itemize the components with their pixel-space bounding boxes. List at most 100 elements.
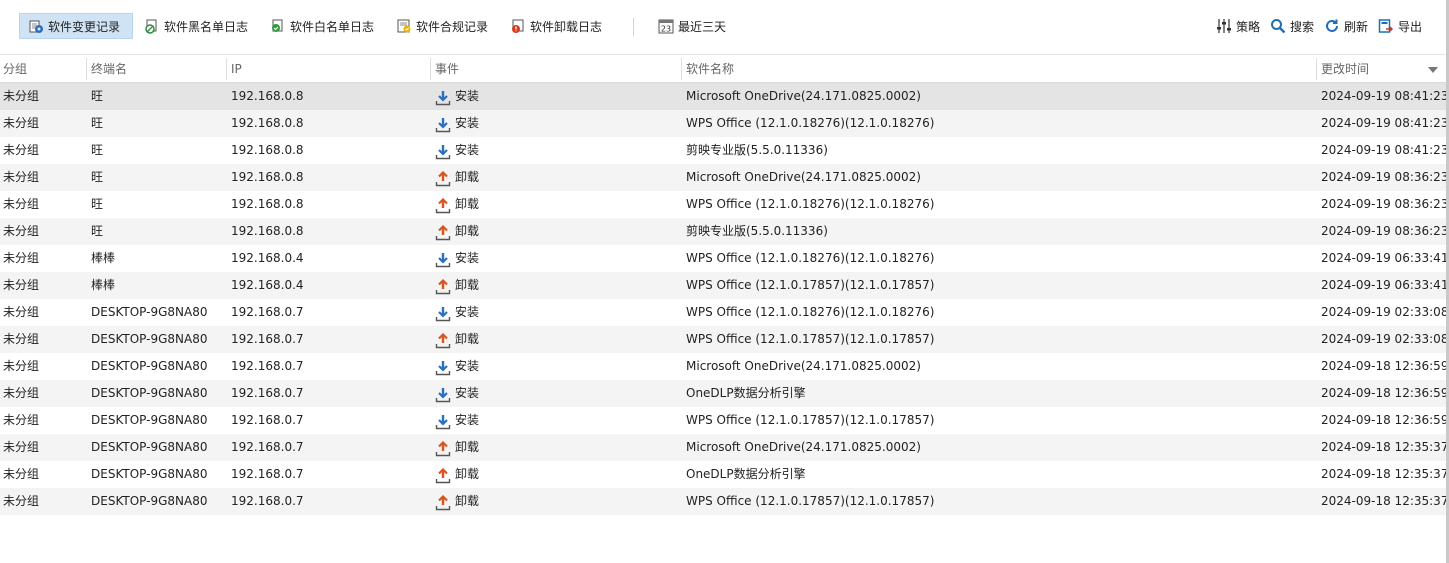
table-row[interactable]: 未分组 旺 192.168.0.8 卸载 剪映专业版(5.5.0.11336) … (0, 218, 1446, 245)
table-row[interactable]: 未分组 DESKTOP-9G8NA80 192.168.0.7 卸载 Micro… (0, 434, 1446, 461)
uninstall-icon (435, 197, 451, 213)
blacklist-icon (144, 18, 160, 34)
table-row[interactable]: 未分组 旺 192.168.0.8 安装 WPS Office (12.1.0.… (0, 110, 1446, 137)
software-whitelist-log-button[interactable]: 软件白名单日志 (262, 13, 382, 39)
export-button[interactable]: 导出 (1370, 13, 1430, 39)
event-cell: 安装 (435, 110, 675, 137)
event-cell: 卸载 (435, 218, 675, 245)
table-row[interactable]: 未分组 棒棒 192.168.0.4 安装 WPS Office (12.1.0… (0, 245, 1446, 272)
group-cell: 未分组 (3, 305, 40, 319)
ip-cell: 192.168.0.7 (231, 386, 304, 400)
terminal-cell: DESKTOP-9G8NA80 (91, 332, 208, 346)
install-icon (435, 386, 451, 402)
terminal-cell: 棒棒 (91, 278, 116, 292)
ip-cell: 192.168.0.8 (231, 116, 304, 130)
column-divider[interactable] (681, 58, 682, 80)
event-cell: 安装 (435, 407, 675, 434)
group-cell: 未分组 (3, 170, 40, 184)
column-header-software[interactable]: 软件名称 (683, 56, 1316, 82)
policy-button[interactable]: 策略 (1208, 13, 1268, 39)
terminal-cell: DESKTOP-9G8NA80 (91, 440, 208, 454)
uninstall-icon (435, 224, 451, 240)
group-cell: 未分组 (3, 224, 40, 238)
event-cell: 卸载 (435, 191, 675, 218)
column-divider[interactable] (226, 58, 227, 80)
event-label: 卸载 (455, 224, 480, 238)
column-divider[interactable] (86, 58, 87, 80)
ip-cell: 192.168.0.8 (231, 89, 304, 103)
event-label: 安装 (455, 251, 480, 265)
time-cell: 2024-09-18 12:36:59 (1321, 413, 1446, 427)
time-cell: 2024-09-19 06:33:41 (1321, 278, 1446, 292)
ip-cell: 192.168.0.7 (231, 467, 304, 481)
column-divider[interactable] (1316, 58, 1317, 80)
event-label: 安装 (455, 89, 480, 103)
uninstall-icon (435, 170, 451, 186)
uninstall-icon (435, 494, 451, 510)
terminal-cell: DESKTOP-9G8NA80 (91, 305, 208, 319)
software-cell: WPS Office (12.1.0.17857)(12.1.0.17857) (686, 278, 935, 292)
event-label: 卸载 (455, 278, 480, 292)
group-cell: 未分组 (3, 197, 40, 211)
table-row[interactable]: 未分组 棒棒 192.168.0.4 卸载 WPS Office (12.1.0… (0, 272, 1446, 299)
uninstall-log-icon (510, 18, 526, 34)
software-uninstall-log-button[interactable]: 软件卸载日志 (502, 13, 610, 39)
software-cell: Microsoft OneDrive(24.171.0825.0002) (686, 440, 921, 454)
table-row[interactable]: 未分组 DESKTOP-9G8NA80 192.168.0.7 卸载 OneDL… (0, 461, 1446, 488)
uninstall-icon (435, 440, 451, 456)
software-cell: WPS Office (12.1.0.17857)(12.1.0.17857) (686, 413, 935, 427)
time-cell: 2024-09-19 02:33:08 (1321, 332, 1446, 346)
column-header-group[interactable]: 分组 (0, 56, 86, 82)
event-cell: 安装 (435, 380, 675, 407)
time-cell: 2024-09-19 02:33:08 (1321, 305, 1446, 319)
column-header-event[interactable]: 事件 (432, 56, 680, 82)
terminal-cell: DESKTOP-9G8NA80 (91, 386, 208, 400)
software-blacklist-log-button[interactable]: 软件黑名单日志 (136, 13, 256, 39)
time-cell: 2024-09-19 06:33:41 (1321, 251, 1446, 265)
ip-cell: 192.168.0.7 (231, 359, 304, 373)
table-row[interactable]: 未分组 DESKTOP-9G8NA80 192.168.0.7 安装 Micro… (0, 353, 1446, 380)
column-divider[interactable] (430, 58, 431, 80)
table-row[interactable]: 未分组 旺 192.168.0.8 安装 Microsoft OneDrive(… (0, 83, 1446, 110)
ip-cell: 192.168.0.7 (231, 332, 304, 346)
group-cell: 未分组 (3, 494, 40, 508)
software-compliance-log-button[interactable]: 软件合规记录 (388, 13, 496, 39)
refresh-button[interactable]: 刷新 (1316, 13, 1376, 39)
event-cell: 卸载 (435, 434, 675, 461)
column-header-time[interactable]: 更改时间 (1318, 56, 1446, 82)
table-row[interactable]: 未分组 旺 192.168.0.8 安装 剪映专业版(5.5.0.11336) … (0, 137, 1446, 164)
search-icon (1270, 18, 1286, 34)
table-row[interactable]: 未分组 DESKTOP-9G8NA80 192.168.0.7 安装 OneDL… (0, 380, 1446, 407)
table-body: 未分组 旺 192.168.0.8 安装 Microsoft OneDrive(… (0, 83, 1446, 515)
ip-cell: 192.168.0.8 (231, 170, 304, 184)
event-label: 卸载 (455, 440, 480, 454)
terminal-cell: 旺 (91, 89, 104, 103)
ip-cell: 192.168.0.7 (231, 305, 304, 319)
table-row[interactable]: 未分组 旺 192.168.0.8 卸载 Microsoft OneDrive(… (0, 164, 1446, 191)
search-button[interactable]: 搜索 (1262, 13, 1322, 39)
column-header-ip[interactable]: IP (228, 56, 430, 82)
terminal-cell: 旺 (91, 143, 104, 157)
table-row[interactable]: 未分组 DESKTOP-9G8NA80 192.168.0.7 卸载 WPS O… (0, 488, 1446, 515)
table-row[interactable]: 未分组 旺 192.168.0.8 卸载 WPS Office (12.1.0.… (0, 191, 1446, 218)
uninstall-icon (435, 278, 451, 294)
table-row[interactable]: 未分组 DESKTOP-9G8NA80 192.168.0.7 卸载 WPS O… (0, 326, 1446, 353)
event-label: 卸载 (455, 197, 480, 211)
event-label: 安装 (455, 386, 480, 400)
group-cell: 未分组 (3, 413, 40, 427)
table-row[interactable]: 未分组 DESKTOP-9G8NA80 192.168.0.7 安装 WPS O… (0, 299, 1446, 326)
install-icon (435, 116, 451, 132)
terminal-cell: DESKTOP-9G8NA80 (91, 467, 208, 481)
time-cell: 2024-09-18 12:35:37 (1321, 440, 1446, 454)
software-change-log-label: 软件变更记录 (48, 19, 121, 34)
column-header-terminal[interactable]: 终端名 (88, 56, 226, 82)
software-change-log-button[interactable]: 软件变更记录 (19, 13, 133, 39)
software-cell: 剪映专业版(5.5.0.11336) (686, 143, 828, 157)
recent-three-days-button[interactable]: 23 最近三天 (650, 13, 734, 39)
terminal-cell: DESKTOP-9G8NA80 (91, 413, 208, 427)
table-row[interactable]: 未分组 DESKTOP-9G8NA80 192.168.0.7 安装 WPS O… (0, 407, 1446, 434)
terminal-cell: 旺 (91, 116, 104, 130)
event-cell: 卸载 (435, 164, 675, 191)
policy-sliders-icon (1216, 18, 1232, 34)
event-label: 安装 (455, 305, 480, 319)
